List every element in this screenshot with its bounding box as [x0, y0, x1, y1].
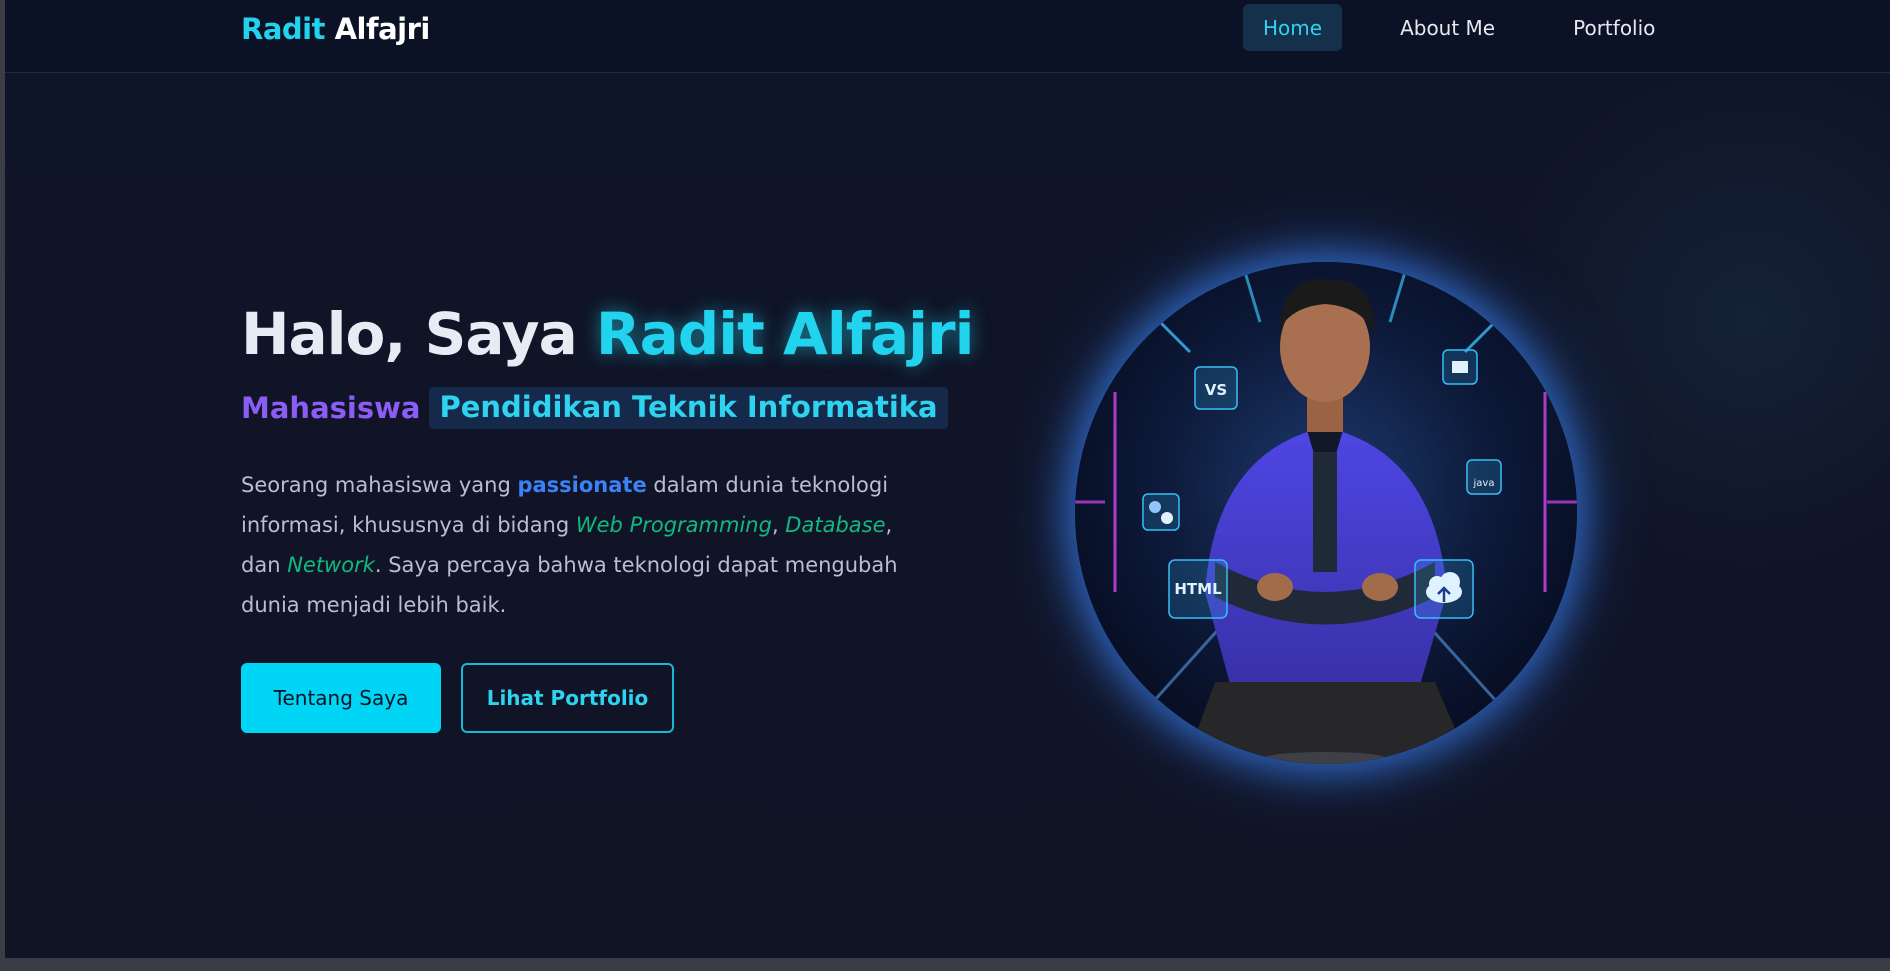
- navbar: Radit Alfajri Home About Me Portfolio: [5, 0, 1890, 73]
- major-badge: Pendidikan Teknik Informatika: [429, 387, 948, 429]
- role-label: Mahasiswa: [241, 391, 421, 425]
- window-bottom-edge: [0, 958, 1890, 971]
- desc-skill-web: Web Programming: [575, 513, 772, 537]
- desc-sep-1: ,: [771, 513, 786, 537]
- nav-menu: Home About Me Portfolio: [1243, 4, 1675, 51]
- about-me-button[interactable]: Tentang Saya: [241, 663, 441, 733]
- brand-last-name: Alfajri: [334, 12, 431, 46]
- hero-title-prefix: Halo, Saya: [241, 300, 578, 368]
- desc-skill-database: Database: [785, 513, 886, 537]
- browser-viewport: Radit Alfajri Home About Me Portfolio Ha…: [5, 0, 1890, 958]
- vs-icon: VS: [1194, 366, 1238, 410]
- svg-text:java: java: [1473, 478, 1495, 489]
- python-icon: [1142, 493, 1180, 531]
- brand-first-name: Radit: [241, 12, 325, 46]
- hero-subtitle: Mahasiswa Pendidikan Teknik Informatika: [241, 387, 948, 429]
- java-icon: java: [1466, 459, 1502, 495]
- database-icon: [1442, 349, 1478, 385]
- nav-home[interactable]: Home: [1243, 4, 1343, 51]
- desc-text-1: Seorang mahasiswa yang: [241, 473, 518, 497]
- view-portfolio-button[interactable]: Lihat Portfolio: [461, 663, 674, 733]
- svg-text:VS: VS: [1205, 381, 1227, 399]
- hero-title: Halo, Saya Radit Alfajri: [241, 300, 975, 368]
- brand-logo[interactable]: Radit Alfajri: [241, 12, 430, 46]
- profile-illustration: VS HTML java: [1075, 262, 1577, 764]
- svg-text:HTML: HTML: [1174, 580, 1222, 598]
- desc-skill-network: Network: [287, 553, 375, 577]
- cloud-upload-icon: [1414, 559, 1474, 619]
- hero-title-name: Radit Alfajri: [595, 300, 975, 368]
- nav-portfolio[interactable]: Portfolio: [1553, 4, 1675, 51]
- hero-description: Seorang mahasiswa yang passionate dalam …: [241, 465, 901, 625]
- nav-about-me[interactable]: About Me: [1380, 4, 1515, 51]
- profile-photo: VS HTML java: [1075, 262, 1577, 764]
- desc-keyword: passionate: [517, 473, 647, 497]
- html-icon: HTML: [1168, 559, 1228, 619]
